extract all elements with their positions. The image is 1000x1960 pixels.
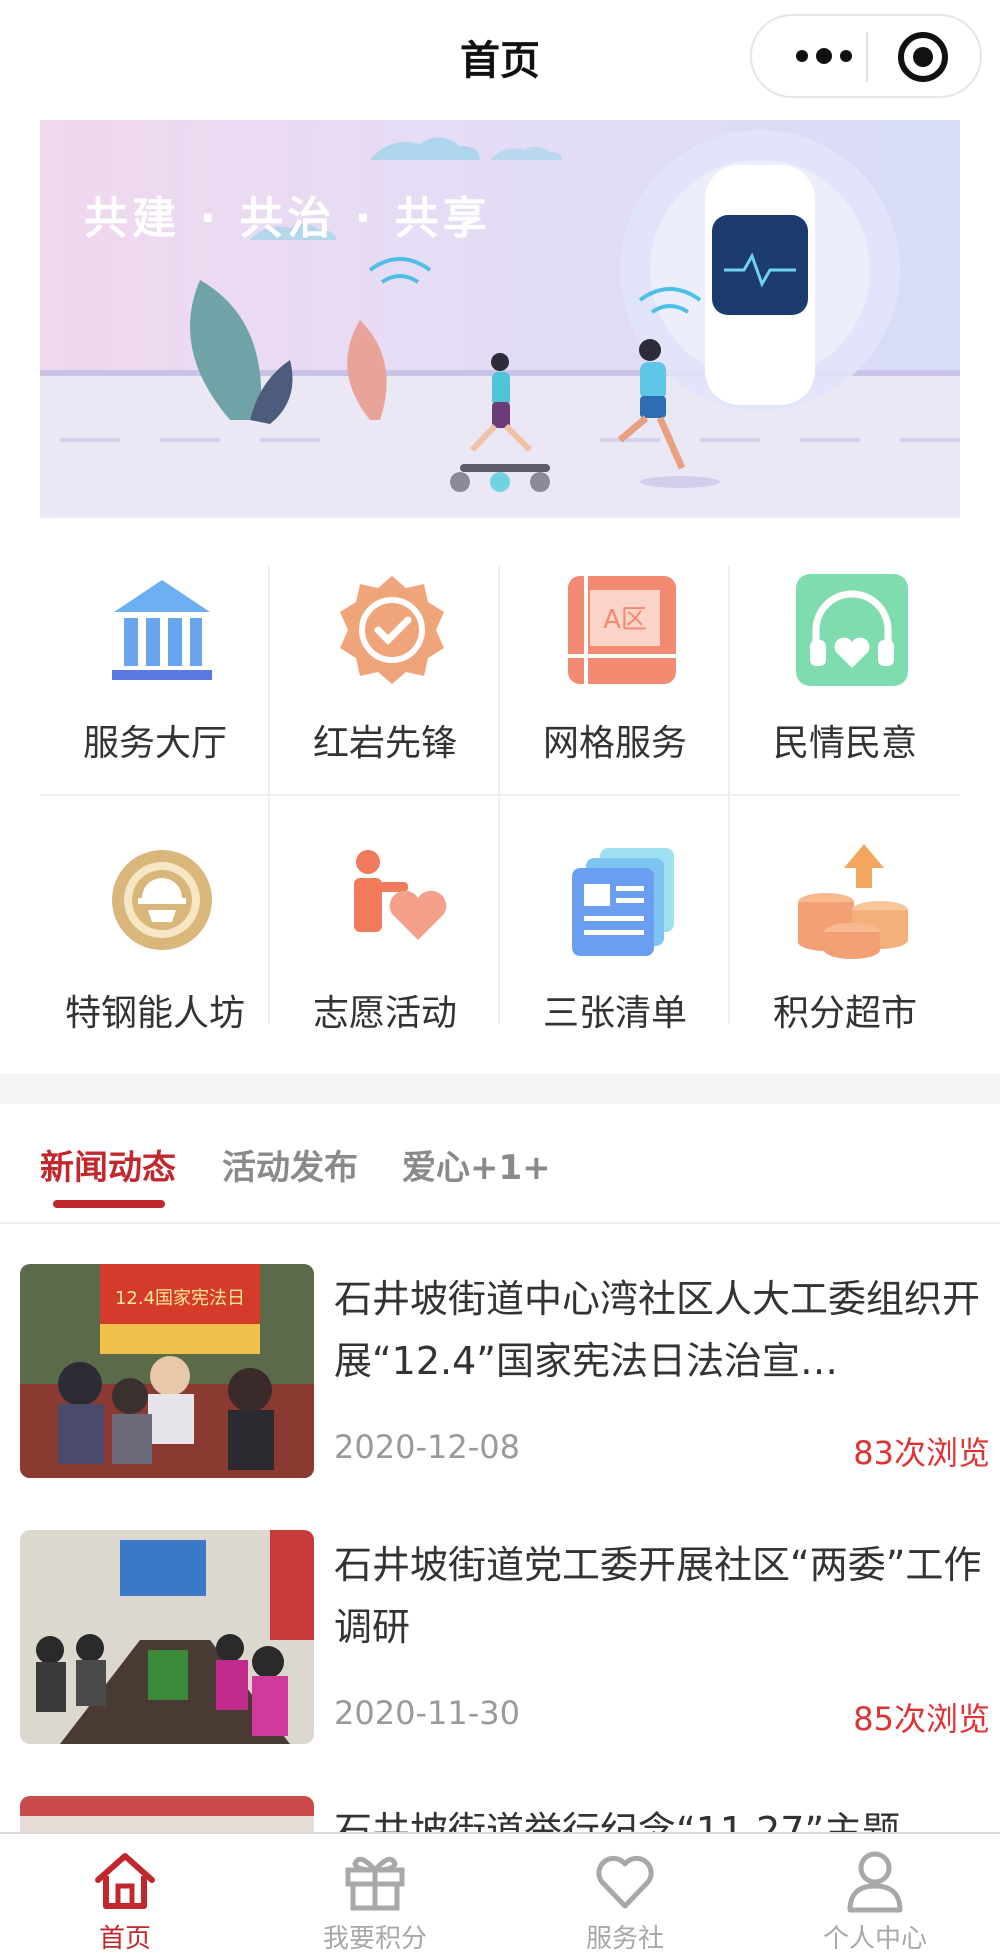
news-date: 2020-11-30 — [334, 1694, 520, 1732]
gear-helmet-icon — [112, 850, 212, 950]
badge-check-icon — [340, 576, 444, 684]
section-separator — [0, 1074, 1000, 1104]
gift-icon — [345, 1856, 405, 1911]
grid-item-label: 民情民意 — [772, 723, 917, 764]
grid-item-public-opinion[interactable]: 民情民意 — [730, 566, 960, 796]
tabbar-label: 我要积分 — [322, 1924, 427, 1954]
capsule-divider — [866, 32, 868, 82]
user-icon — [847, 1851, 903, 1913]
coin-stack-icon — [798, 844, 908, 959]
tabbar-profile[interactable]: 个人中心 — [750, 1834, 1000, 1960]
tabbar-label: 服务社 — [585, 1924, 664, 1954]
bottom-tab-bar: 首页 我要积分 服务社 个人中心 — [0, 1832, 1000, 1960]
headphone-heart-icon — [796, 574, 908, 686]
tabbar-label: 首页 — [98, 1924, 151, 1954]
banner-slogan: 共建 · 共治 · 共享 — [84, 193, 491, 244]
grid-item-label: 积分超市 — [772, 993, 917, 1034]
grid-item-points-mall[interactable]: 积分超市 — [730, 836, 960, 1066]
news-title: 石井坡街道中心湾社区人大工委组织开展“12.4”国家宪法日法治宣… — [334, 1277, 981, 1383]
svg-text:A区: A区 — [603, 605, 647, 635]
service-hall-icon — [112, 580, 212, 680]
grid-item-label: 三张清单 — [542, 993, 687, 1034]
grid-item-label: 志愿活动 — [312, 993, 457, 1034]
news-thumbnail — [20, 1530, 314, 1744]
news-view-count: 83次浏览 — [853, 1434, 990, 1472]
news-date: 2020-12-08 — [334, 1428, 520, 1466]
grid-item-talent-workshop[interactable]: 特钢能人坊 — [40, 836, 270, 1066]
grid-item-label: 服务大厅 — [82, 723, 227, 764]
news-item[interactable]: 石井坡街道党工委开展社区“两委”工作调研 2020-11-30 85次浏览 — [20, 1530, 990, 1744]
grid-area-icon: A区 — [568, 576, 676, 684]
banner-illustration — [40, 130, 960, 518]
news-title: 石井坡街道党工委开展社区“两委”工作调研 — [334, 1543, 982, 1649]
news-item[interactable]: 12.4国家宪法日 石井坡街道中心湾社区人大工委组织开展“12.4”国家宪法日法… — [20, 1264, 990, 1478]
poster-text: 12.4国家宪法日 — [115, 1288, 245, 1309]
nav-header: 首页 — [0, 0, 1000, 112]
tab-love-plus[interactable]: 爱心+1+ — [402, 1140, 551, 1189]
grid-item-service-hall[interactable]: 服务大厅 — [40, 566, 270, 796]
grid-item-three-lists[interactable]: 三张清单 — [500, 836, 730, 1066]
mini-program-capsule — [750, 14, 982, 98]
tab-activities[interactable]: 活动发布 — [222, 1140, 358, 1189]
tabbar-service-club[interactable]: 服务社 — [500, 1834, 750, 1960]
news-thumbnail: 12.4国家宪法日 — [20, 1264, 314, 1478]
tabbar-label: 个人中心 — [822, 1924, 927, 1954]
home-icon — [95, 1853, 155, 1909]
tabbar-earn-points[interactable]: 我要积分 — [250, 1834, 500, 1960]
grid-divider — [40, 794, 960, 796]
document-list-icon — [572, 848, 674, 956]
more-icon[interactable] — [784, 16, 864, 96]
news-view-count: 85次浏览 — [853, 1700, 990, 1738]
close-target-icon[interactable] — [898, 32, 948, 82]
tab-news[interactable]: 新闻动态 — [40, 1140, 176, 1189]
hero-banner[interactable]: 共建 · 共治 · 共享 — [40, 120, 960, 518]
tabbar-home[interactable]: 首页 — [0, 1834, 250, 1960]
grid-item-label: 网格服务 — [542, 723, 687, 764]
volunteer-heart-icon — [354, 850, 447, 940]
grid-item-grid-service[interactable]: A区 网格服务 — [500, 566, 730, 796]
feature-grid: 服务大厅 红岩先锋 A区 网格服务 民情民意 特钢能人坊 志愿活动 三张清单 积… — [40, 566, 960, 1034]
heart-icon — [596, 1855, 654, 1909]
grid-item-hongyan-pioneer[interactable]: 红岩先锋 — [270, 566, 500, 796]
grid-item-volunteer[interactable]: 志愿活动 — [270, 836, 500, 1066]
news-tabs: 新闻动态 活动发布 爱心+1+ — [0, 1104, 1000, 1224]
grid-item-label: 红岩先锋 — [312, 723, 457, 764]
grid-item-label: 特钢能人坊 — [64, 993, 245, 1034]
active-tab-indicator — [53, 1200, 165, 1208]
